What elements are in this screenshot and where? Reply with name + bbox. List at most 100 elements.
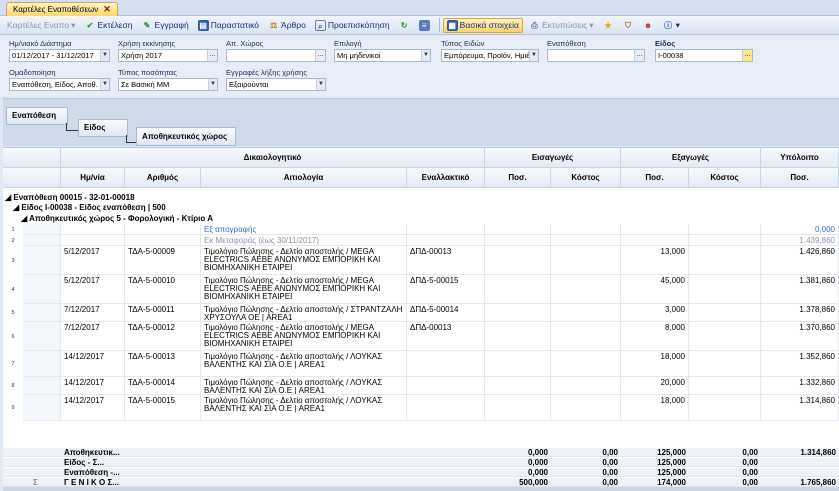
cell-in-cost[interactable] bbox=[551, 275, 621, 304]
cell-reason[interactable]: Τιμολόγιο Πώλησης - Δελτίο αποστολής / M… bbox=[201, 246, 407, 275]
execute-button[interactable]: ✔ Εκτέλεση bbox=[81, 19, 135, 32]
column-header-number[interactable]: Αριθμός bbox=[125, 168, 201, 188]
group-chip-deposit[interactable]: Εναπόθεση bbox=[6, 107, 68, 125]
preview-button[interactable]: ⌕ Προεπισκόπηση bbox=[312, 19, 393, 32]
group-row-warehouse[interactable]: ◢ Αποθηκευτικός χώρος 5 - Φορολογική - Κ… bbox=[21, 214, 213, 223]
cell-in-cost[interactable] bbox=[551, 377, 621, 395]
cell-balance[interactable]: 1.378,860 bbox=[761, 304, 839, 322]
cell-out-cost[interactable] bbox=[689, 322, 761, 351]
refresh-button[interactable]: ↻ bbox=[396, 19, 413, 32]
cell-balance[interactable]: 1.370,860 bbox=[761, 322, 839, 351]
cell-out-cost[interactable] bbox=[689, 235, 761, 246]
ellipsis-icon[interactable]: … bbox=[315, 50, 325, 61]
cell-balance[interactable]: 1.352,860 bbox=[761, 351, 839, 377]
table-row[interactable]: 1 Εξ απογραφής 0,000 bbox=[3, 224, 839, 235]
qty-type-select[interactable]: Σε Βασική ΜΜ ▼ bbox=[118, 78, 218, 91]
cell-in-cost[interactable] bbox=[551, 395, 621, 421]
cell-alt[interactable]: ΔΠΔ-00013 bbox=[407, 246, 485, 275]
cell-alt[interactable]: ΔΠΔ-5-00015 bbox=[407, 275, 485, 304]
cell-date[interactable]: 7/12/2017 bbox=[61, 304, 125, 322]
cell-reason[interactable]: Εκ Μεταφοράς (έως 30/11/2017) bbox=[201, 235, 407, 246]
users-button[interactable]: ☻ bbox=[640, 19, 657, 32]
table-row[interactable]: 4 5/12/2017 ΤΔΑ-5-00010 Τιμολόγιο Πώλησης -… bbox=[3, 275, 839, 304]
cell-in-qty[interactable] bbox=[485, 322, 551, 351]
tab-kartelles-enapotheseon[interactable]: Καρτέλες Εναποθέσεων ✕ bbox=[6, 2, 118, 16]
cell-out-qty[interactable]: 20,000 bbox=[621, 377, 689, 395]
cell-reason[interactable]: Τιμολόγιο Πώλησης - Δελτίο αποστολής / M… bbox=[201, 322, 407, 351]
cell-date[interactable]: 14/12/2017 bbox=[61, 351, 125, 377]
ellipsis-icon[interactable]: … bbox=[742, 50, 752, 61]
column-header-in_cost[interactable]: Κόστος bbox=[551, 168, 621, 188]
cell-balance[interactable]: 1.381,860 bbox=[761, 275, 839, 304]
cell-in-qty[interactable] bbox=[485, 246, 551, 275]
cell-alt[interactable]: ΔΠΔ-00013 bbox=[407, 322, 485, 351]
chevron-down-icon[interactable]: ▼ bbox=[316, 79, 325, 90]
cell-out-cost[interactable] bbox=[689, 304, 761, 322]
cell-in-cost[interactable] bbox=[551, 235, 621, 246]
table-row[interactable]: 9 14/12/2017 ΤΔΑ-5-00015 Τιμολόγιο Πώλησης … bbox=[3, 395, 839, 421]
basic-info-button[interactable]: ▦ Βασικά στοιχεία bbox=[442, 17, 523, 33]
cell-alt[interactable] bbox=[407, 377, 485, 395]
cell-date[interactable]: 5/12/2017 bbox=[61, 275, 125, 304]
cell-reason[interactable]: Τιμολόγιο Πώλησης - Δελτίο αποστολής / Σ… bbox=[201, 304, 407, 322]
chevron-down-icon[interactable]: ▼ bbox=[208, 79, 217, 90]
document-button[interactable]: ▤ Παραστατικό bbox=[195, 19, 262, 32]
warehouse-field[interactable]: … bbox=[226, 49, 326, 62]
cell-out-qty[interactable]: 18,000 bbox=[621, 395, 689, 421]
cell-balance[interactable]: 1.332,860 bbox=[761, 377, 839, 395]
cell-alt[interactable] bbox=[407, 224, 485, 235]
cell-reason[interactable]: Τιμολόγιο Πώλησης - Δελτίο αποστολής / Λ… bbox=[201, 351, 407, 377]
cell-balance[interactable]: 0,000 bbox=[761, 224, 839, 235]
cell-out-qty[interactable]: 8,000 bbox=[621, 322, 689, 351]
cell-date[interactable] bbox=[61, 224, 125, 235]
table-row[interactable]: 8 14/12/2017 ΤΔΑ-5-00014 Τιμολόγιο Πώλησης … bbox=[3, 377, 839, 395]
chevron-down-icon[interactable]: ▼ bbox=[529, 50, 538, 61]
cell-out-cost[interactable] bbox=[689, 224, 761, 235]
cell-in-cost[interactable] bbox=[551, 304, 621, 322]
ellipsis-icon[interactable]: … bbox=[207, 50, 217, 61]
column-header-out_qty[interactable]: Ποσ. bbox=[621, 168, 689, 188]
chevron-down-icon[interactable]: ▼ bbox=[100, 50, 109, 61]
closing-select[interactable]: Εξαιρούνται ▼ bbox=[226, 78, 326, 91]
group-row-deposit[interactable]: ◢ Εναπόθεση 00015 - 32-01-00018 bbox=[5, 193, 135, 202]
cell-number[interactable]: ΤΔΑ-5-00013 bbox=[125, 351, 201, 377]
deposit-field[interactable]: … bbox=[547, 49, 645, 62]
cell-reason[interactable]: Εξ απογραφής bbox=[201, 224, 407, 235]
item-type-select[interactable]: Εμπόρευμα, Προϊόν, Ημιέτ ▼ bbox=[441, 49, 539, 62]
cell-out-qty[interactable] bbox=[621, 224, 689, 235]
cell-out-qty[interactable]: 13,000 bbox=[621, 246, 689, 275]
table-row[interactable]: 6 7/12/2017 ΤΔΑ-5-00012 Τιμολόγιο Πώλησης -… bbox=[3, 322, 839, 351]
cell-out-cost[interactable] bbox=[689, 246, 761, 275]
cell-number[interactable]: ΤΔΑ-5-00010 bbox=[125, 275, 201, 304]
horizontal-scrollbar[interactable] bbox=[3, 487, 839, 491]
column-header-bal_qty[interactable]: Ποσ. bbox=[761, 168, 839, 188]
group-chip-item[interactable]: Είδος bbox=[78, 119, 128, 137]
entry-button[interactable]: ✎ Εγγραφή bbox=[139, 19, 192, 32]
cell-number[interactable]: ΤΔΑ-5-00014 bbox=[125, 377, 201, 395]
cell-alt[interactable] bbox=[407, 351, 485, 377]
cell-in-qty[interactable] bbox=[485, 224, 551, 235]
cell-in-qty[interactable] bbox=[485, 351, 551, 377]
group-row-item[interactable]: ◢ Είδος Ι-00038 - Είδος εναπόθεση | 500 bbox=[13, 203, 166, 212]
cell-out-qty[interactable]: 18,000 bbox=[621, 351, 689, 377]
option-select[interactable]: Μη μηδενικοί ▼ bbox=[334, 49, 431, 62]
table-row[interactable]: 3 5/12/2017 ΤΔΑ-5-00009 Τιμολόγιο Πώλησης -… bbox=[3, 246, 839, 275]
cell-in-cost[interactable] bbox=[551, 322, 621, 351]
prints-button[interactable]: ⎙ Εκτυπώσεις ▾ bbox=[526, 19, 597, 32]
cell-number[interactable]: ΤΔΑ-5-00009 bbox=[125, 246, 201, 275]
toolbar-kartelles-dropdown[interactable]: Καρτέλες Εναπο ▾ bbox=[4, 19, 78, 32]
group-chip-warehouse[interactable]: Αποθηκευτικός χώρος bbox=[136, 127, 236, 146]
cell-in-cost[interactable] bbox=[551, 246, 621, 275]
cell-balance[interactable]: 1.426,860 bbox=[761, 246, 839, 275]
column-header-out_cost[interactable]: Κόστος bbox=[689, 168, 761, 188]
fiscal-year-field[interactable]: Χρήση 2017 … bbox=[118, 49, 218, 62]
table-row[interactable]: 7 14/12/2017 ΤΔΑ-5-00013 Τιμολόγιο Πώλησης … bbox=[3, 351, 839, 377]
chevron-down-icon[interactable]: ▼ bbox=[421, 50, 430, 61]
cell-date[interactable] bbox=[61, 235, 125, 246]
cell-date[interactable]: 14/12/2017 bbox=[61, 395, 125, 421]
grouping-select[interactable]: Εναπόθεση, Είδος, Αποθ. Χ ▼ bbox=[9, 78, 110, 91]
cell-reason[interactable]: Τιμολόγιο Πώλησης - Δελτίο αποστολής / M… bbox=[201, 275, 407, 304]
filter-button[interactable]: ⛉ bbox=[620, 19, 637, 32]
cell-out-qty[interactable]: 3,000 bbox=[621, 304, 689, 322]
article-button[interactable]: ⚖ Άρθρο bbox=[265, 19, 309, 32]
